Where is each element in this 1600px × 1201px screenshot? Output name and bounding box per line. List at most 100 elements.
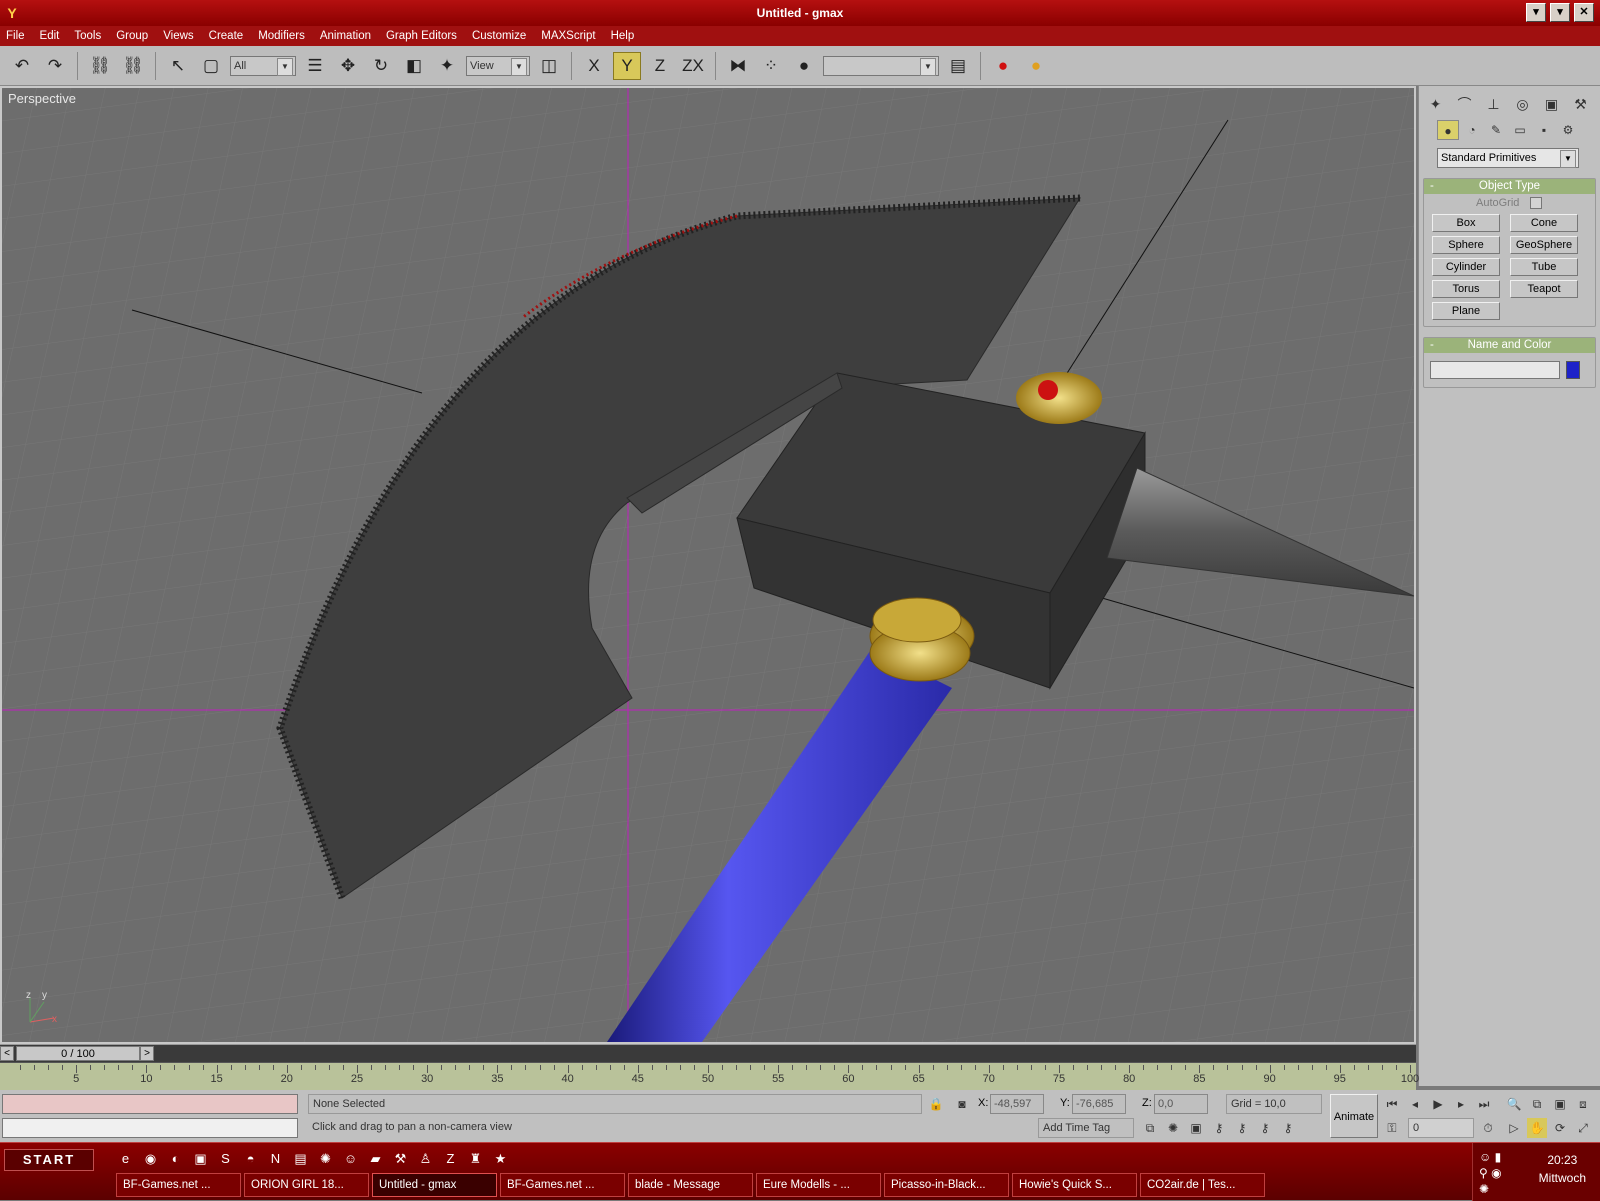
utilities-tab-icon[interactable]: ⚒ [1568, 92, 1593, 116]
axis-y-button[interactable]: Y [613, 51, 641, 80]
current-frame-field[interactable]: 0 [1408, 1118, 1474, 1138]
axis-z-button[interactable]: Z [646, 52, 674, 80]
move-icon[interactable]: ✥ [334, 52, 362, 80]
set-key-icon[interactable]: ⚷ [1255, 1118, 1275, 1138]
cone-button[interactable]: Cone [1510, 214, 1578, 232]
cameras-icon[interactable]: ▭ [1509, 120, 1531, 140]
use-center-icon[interactable]: ◫ [535, 52, 563, 80]
plane-button[interactable]: Plane [1432, 302, 1500, 320]
previous-frame-icon[interactable]: ◂ [1405, 1094, 1425, 1114]
box-button[interactable]: Box [1432, 214, 1500, 232]
gmax-app-icon[interactable]: Y [4, 4, 20, 22]
teapot-button[interactable]: Teapot [1510, 280, 1578, 298]
tube-button[interactable]: Tube [1510, 258, 1578, 276]
menu-help[interactable]: Help [611, 26, 635, 46]
time-slider[interactable]: 0 / 100 [16, 1046, 140, 1061]
figure-icon[interactable]: ♜ [466, 1149, 485, 1168]
go-to-end-icon[interactable]: ⏭ [1474, 1094, 1494, 1114]
task-button[interactable]: BF-Games.net ... [500, 1173, 625, 1197]
tool-icon[interactable]: ⚒ [391, 1149, 410, 1168]
menu-views[interactable]: Views [163, 26, 193, 46]
task-button[interactable]: CO2air.de | Tes... [1140, 1173, 1265, 1197]
primitive-category-dropdown[interactable]: Standard Primitives [1437, 148, 1579, 168]
zeta-icon[interactable]: Z [441, 1149, 460, 1168]
maxscript-listener-input[interactable] [2, 1118, 298, 1138]
menu-customize[interactable]: Customize [472, 26, 526, 46]
autogrid-checkbox[interactable] [1530, 197, 1542, 209]
coord-x-field[interactable]: -48,597 [990, 1094, 1044, 1114]
motion-tab-icon[interactable]: ◎ [1510, 92, 1535, 116]
maxscript-listener-macro[interactable] [2, 1094, 298, 1114]
person-icon[interactable]: ♙ [416, 1149, 435, 1168]
ie-icon[interactable]: e [116, 1149, 135, 1168]
track-view-icon[interactable]: ▤ [944, 52, 972, 80]
lock-selection-icon[interactable]: 🔒 [926, 1094, 946, 1114]
viewport-label[interactable]: Perspective [8, 91, 76, 106]
systems-icon[interactable]: ⚙ [1557, 120, 1579, 140]
select-icon[interactable]: ↖ [164, 52, 192, 80]
object-color-swatch[interactable] [1566, 361, 1580, 379]
zoom-extents-icon[interactable]: ▣ [1550, 1094, 1570, 1114]
avatar-icon[interactable]: ☺ [341, 1149, 360, 1168]
game-icon[interactable]: ▣ [191, 1149, 210, 1168]
settings-icon[interactable]: ✺ [316, 1149, 335, 1168]
browser-icon[interactable]: ◓ [241, 1149, 260, 1168]
task-button[interactable]: Eure Modells - ... [756, 1173, 881, 1197]
unlink-icon[interactable]: ⛓ [119, 52, 147, 80]
object-name-field[interactable] [1430, 361, 1560, 379]
key-mode-icon[interactable]: ⚷ [1209, 1118, 1229, 1138]
create-tab-icon[interactable]: ✦ [1423, 92, 1448, 116]
task-button[interactable]: BF-Games.net ... [116, 1173, 241, 1197]
key-icon[interactable]: ⚿ [1382, 1118, 1402, 1138]
name-color-header[interactable]: - Name and Color [1424, 338, 1595, 353]
geometry-icon[interactable]: ● [1437, 120, 1459, 140]
menu-tools[interactable]: Tools [74, 26, 101, 46]
task-button[interactable]: ORION GIRL 18... [244, 1173, 369, 1197]
minimize-button[interactable]: ▾ [1526, 3, 1546, 22]
maximize-button[interactable]: ▾ [1550, 3, 1570, 22]
zoom-icon[interactable]: 🔍 [1504, 1094, 1524, 1114]
display-tab-icon[interactable]: ▣ [1539, 92, 1564, 116]
animate-button[interactable]: Animate [1330, 1094, 1378, 1138]
modify-tab-icon[interactable]: ⌒ [1452, 92, 1477, 116]
cylinder-button[interactable]: Cylinder [1432, 258, 1500, 276]
add-time-tag[interactable]: Add Time Tag [1038, 1118, 1134, 1138]
play-icon[interactable]: ▶ [1428, 1094, 1448, 1114]
rect-region-icon[interactable]: ▢ [197, 52, 225, 80]
menu-group[interactable]: Group [116, 26, 148, 46]
next-frame-icon[interactable]: ▸ [1451, 1094, 1471, 1114]
time-config-icon[interactable]: ⏱ [1478, 1118, 1498, 1138]
rotate-icon[interactable]: ↻ [367, 52, 395, 80]
lights-icon[interactable]: ✎ [1485, 120, 1507, 140]
menu-modifiers[interactable]: Modifiers [258, 26, 305, 46]
menu-animation[interactable]: Animation [320, 26, 371, 46]
pan-hand-icon[interactable]: ✋ [1527, 1118, 1547, 1138]
flag-icon[interactable]: ★ [491, 1149, 510, 1168]
angle-snap-icon[interactable]: ✺ [1163, 1118, 1183, 1138]
skype-icon[interactable]: S [216, 1149, 235, 1168]
menu-file[interactable]: File [6, 26, 25, 46]
material-editor-icon[interactable]: ● [989, 52, 1017, 80]
go-to-start-icon[interactable]: ⏮ [1382, 1094, 1402, 1114]
start-button[interactable]: START [4, 1149, 94, 1171]
task-button[interactable]: Picasso-in-Black... [884, 1173, 1009, 1197]
close-button[interactable]: ✕ [1574, 3, 1594, 22]
sphere-button[interactable]: Sphere [1432, 236, 1500, 254]
nero-icon[interactable]: N [266, 1149, 285, 1168]
render-icon[interactable]: ● [1022, 52, 1050, 80]
key-filters-icon[interactable]: ⚷ [1278, 1118, 1298, 1138]
task-button-active[interactable]: Untitled - gmax [372, 1173, 497, 1197]
axis-x-button[interactable]: X [580, 52, 608, 80]
perspective-viewport[interactable]: Perspective z y x [0, 86, 1416, 1044]
time-prev-arrow[interactable]: < [0, 1046, 14, 1061]
undo-icon[interactable]: ↶ [8, 52, 36, 80]
reference-coord-dropdown[interactable]: View [466, 55, 530, 76]
shapes-icon[interactable]: ◔ [1461, 120, 1483, 140]
helpers-icon[interactable]: ▪ [1533, 120, 1555, 140]
media-icon[interactable]: ◐ [166, 1149, 185, 1168]
link-icon[interactable]: ⛓ [86, 52, 114, 80]
scale-icon[interactable]: ◧ [400, 52, 428, 80]
object-type-header[interactable]: - Object Type [1424, 179, 1595, 194]
folder-icon[interactable]: ▰ [366, 1149, 385, 1168]
track-bar[interactable]: 5 10 15 20 25 30 35 40 45 50 55 60 65 70 75 80 85 90 95 100 [0, 1062, 1419, 1090]
